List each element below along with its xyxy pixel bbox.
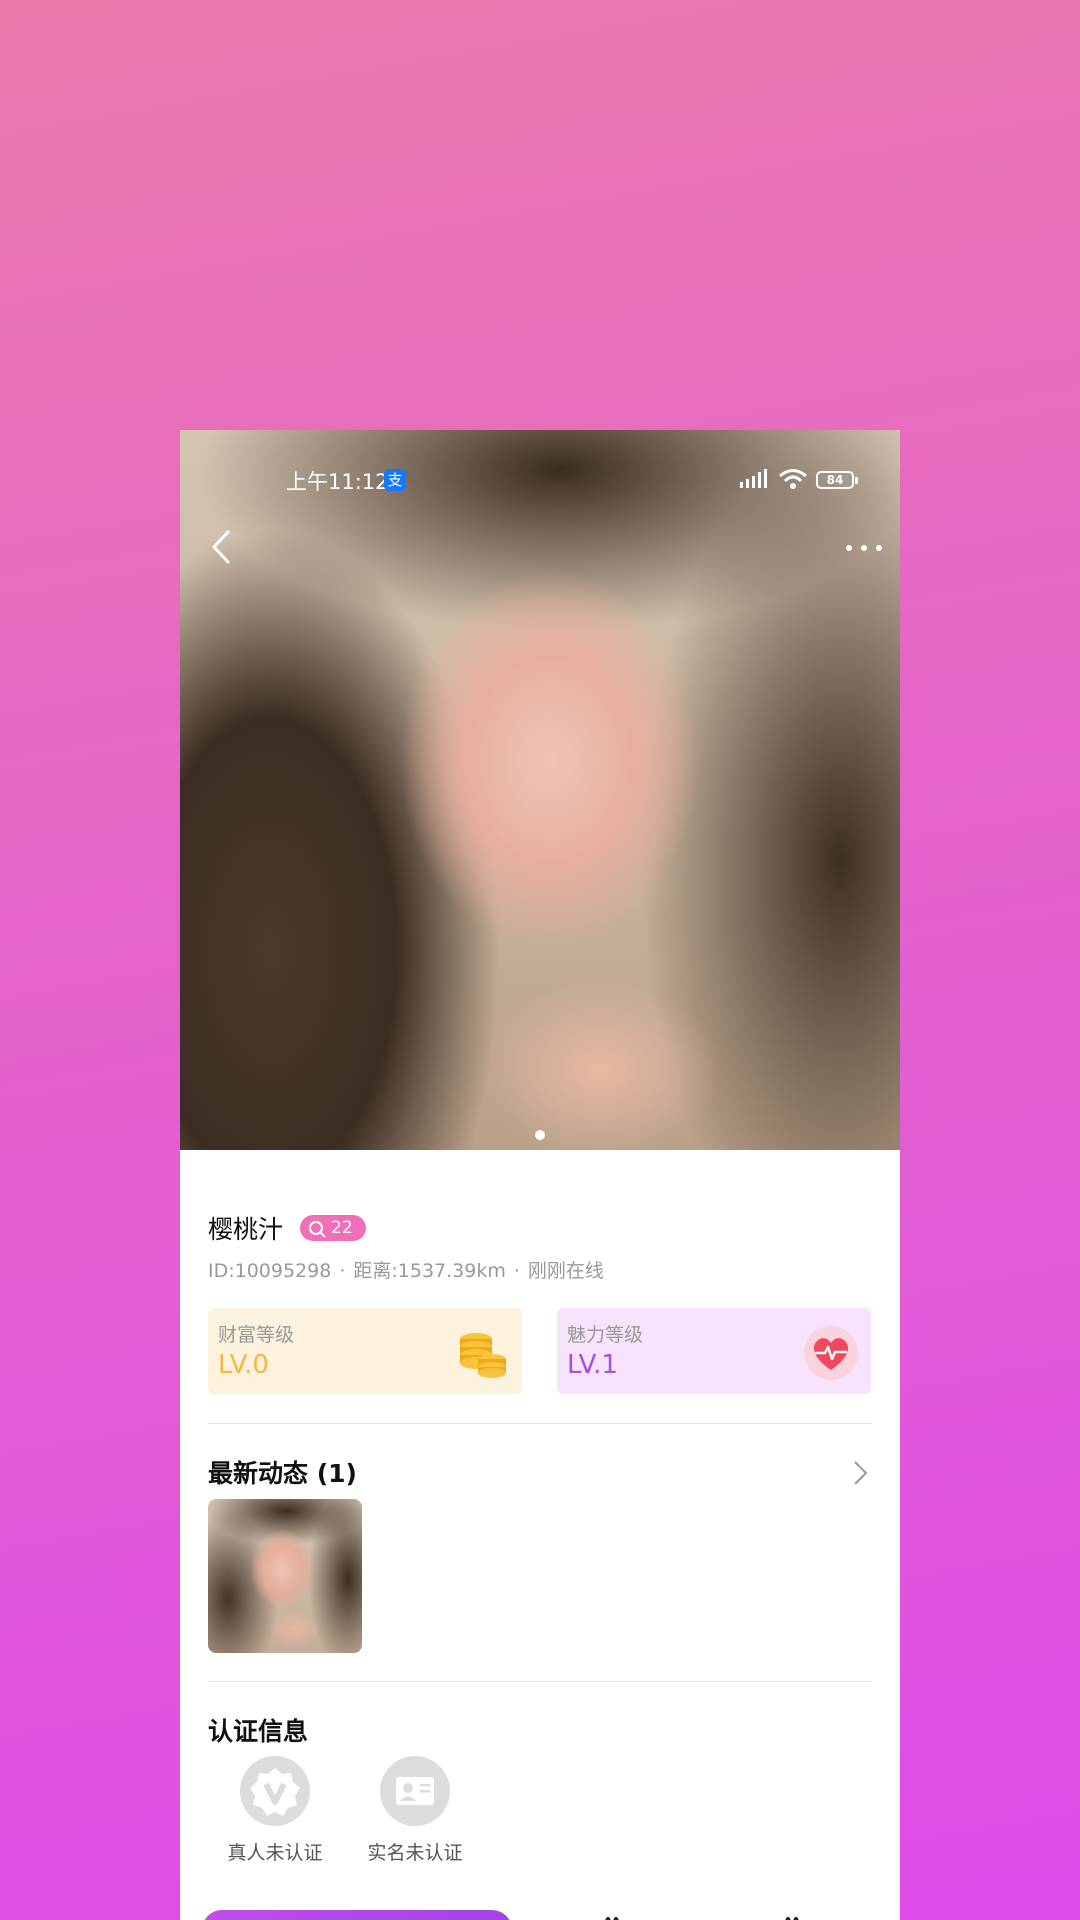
- status-bar: 上午11:12 支 84: [180, 464, 900, 504]
- real-person-cert-label: 真人未认证: [227, 1842, 323, 1864]
- photo-page-indicator: [535, 1130, 545, 1140]
- alipay-icon: 支: [384, 469, 406, 491]
- id-card-icon: [380, 1756, 450, 1826]
- divider: [208, 1423, 872, 1424]
- user-name: 樱桃汁: [208, 1215, 284, 1244]
- profile-meta: ID:10095298 · 距离:1537.39km · 刚刚在线: [208, 1256, 604, 1283]
- bottom-action-button[interactable]: [202, 1910, 512, 1920]
- moment-thumbnail[interactable]: [208, 1499, 362, 1653]
- coins-icon: [460, 1333, 506, 1378]
- wealth-level-card[interactable]: 财富等级 LV.0: [208, 1308, 522, 1394]
- real-person-certification[interactable]: 真人未认证: [208, 1756, 328, 1866]
- certification-title: 认证信息: [208, 1717, 309, 1746]
- divider: [208, 1681, 872, 1682]
- real-name-certification[interactable]: 实名未认证: [348, 1756, 468, 1866]
- back-button[interactable]: [202, 522, 242, 572]
- signal-icon: [740, 469, 767, 488]
- moments-title[interactable]: 最新动态 (1): [208, 1454, 357, 1490]
- separator: ·: [339, 1260, 346, 1282]
- separator: ·: [513, 1260, 520, 1282]
- verified-v-icon: [240, 1756, 310, 1826]
- profile-photo[interactable]: 上午11:12 支 84: [180, 430, 900, 1150]
- user-id: ID:10095298: [208, 1260, 332, 1282]
- charm-level-card[interactable]: 魅力等级 LV.1: [557, 1308, 871, 1394]
- real-name-cert-label: 实名未认证: [367, 1842, 463, 1864]
- bottom-bar-icon[interactable]: [780, 1912, 804, 1920]
- more-options-button[interactable]: [844, 538, 888, 558]
- wifi-icon: [779, 469, 807, 489]
- battery-icon: 84: [816, 471, 858, 489]
- age-text: 22: [331, 1218, 353, 1238]
- more-dot-icon: [876, 545, 882, 551]
- charm-level-title: 魅力等级: [567, 1324, 644, 1346]
- female-search-icon: [309, 1221, 326, 1238]
- user-distance: 距离:1537.39km: [353, 1260, 506, 1282]
- heart-pulse-icon: [804, 1326, 858, 1380]
- online-status: 刚刚在线: [527, 1260, 604, 1282]
- chevron-right-icon[interactable]: [850, 1458, 870, 1488]
- wealth-level-value: LV.0: [218, 1350, 269, 1380]
- status-time: 上午11:12: [286, 470, 389, 494]
- more-dot-icon: [846, 545, 852, 551]
- charm-level-value: LV.1: [567, 1350, 618, 1380]
- age-badge: 22: [300, 1215, 366, 1241]
- profile-screen: 上午11:12 支 84 樱桃汁 22 ID:10095298 · 距离:153…: [180, 430, 900, 1920]
- bottom-bar-icon[interactable]: [600, 1912, 624, 1920]
- more-dot-icon: [861, 545, 867, 551]
- wealth-level-title: 财富等级: [218, 1324, 295, 1346]
